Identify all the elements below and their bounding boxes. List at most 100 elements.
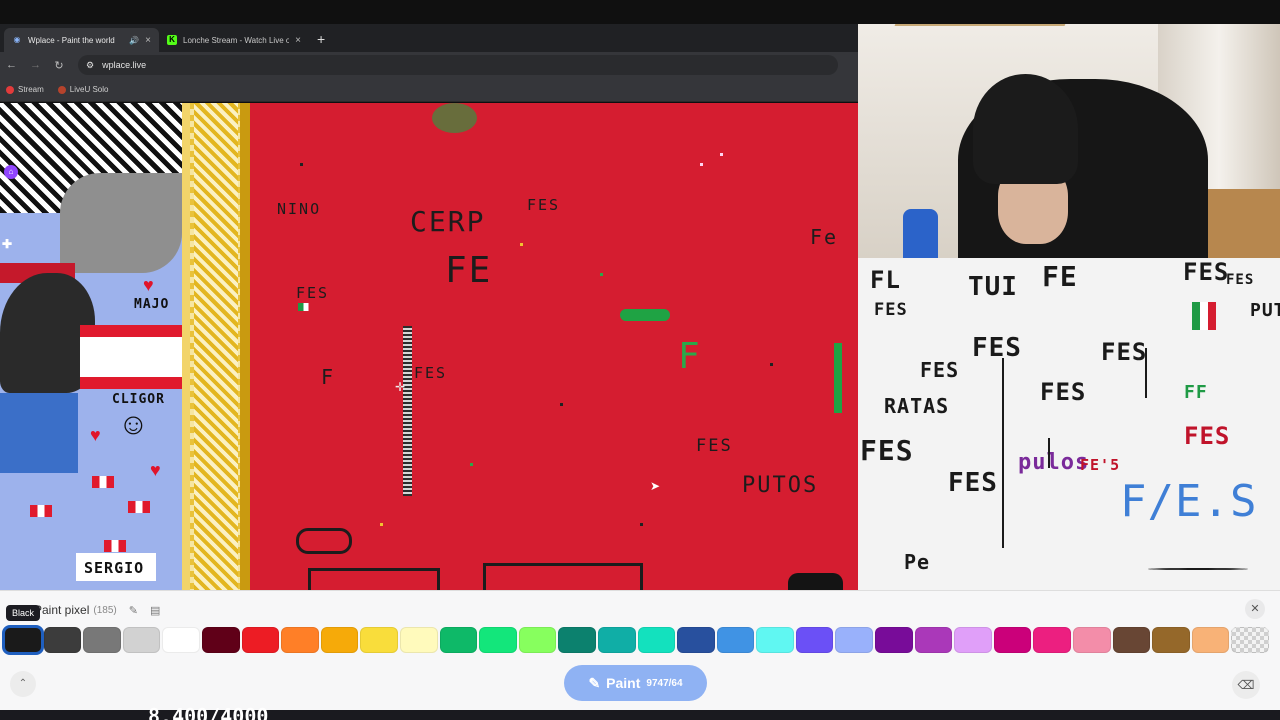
- color-swatch[interactable]: [835, 627, 874, 653]
- green-pixel-cluster: [834, 343, 842, 413]
- heart-icon: ♥: [90, 425, 101, 445]
- canvas-text: FES: [1226, 272, 1255, 288]
- canvas-text: FES: [1040, 378, 1087, 406]
- color-swatch[interactable]: [201, 627, 240, 653]
- close-tab-icon[interactable]: ×: [145, 35, 151, 46]
- bookmarks-bar: Stream LiveU Solo: [0, 78, 858, 102]
- color-swatch[interactable]: [597, 627, 636, 653]
- brush-icon: ✎: [588, 674, 601, 691]
- color-swatch[interactable]: [1191, 627, 1230, 653]
- color-swatch[interactable]: [83, 627, 121, 653]
- back-icon[interactable]: ←: [6, 59, 17, 71]
- color-swatch[interactable]: [122, 627, 161, 653]
- color-swatch[interactable]: [518, 627, 557, 653]
- bookmark-liveu[interactable]: LiveU Solo: [57, 85, 109, 94]
- green-pixel-cluster: [620, 309, 670, 321]
- canvas-text: FES: [972, 333, 1022, 363]
- color-swatch[interactable]: [558, 627, 596, 653]
- tab-kick[interactable]: K Lonche Stream - Watch Live on ×: [159, 28, 309, 52]
- line-art: [1002, 358, 1004, 548]
- color-swatch[interactable]: [1231, 627, 1269, 653]
- artwork-left: ♥ MAJO CLIGOR ☺ ♥ ♥ SERGIO: [0, 103, 182, 590]
- pixel-speck: [770, 363, 773, 366]
- color-swatch[interactable]: [1073, 627, 1111, 653]
- reload-icon[interactable]: ↻: [54, 59, 64, 72]
- eraser-icon[interactable]: ⌫: [1232, 671, 1260, 699]
- color-swatch[interactable]: [320, 627, 359, 653]
- stream-overlay-counter: 8,400/4000: [148, 706, 269, 720]
- flag-icon: [1192, 302, 1216, 330]
- color-palette: [2, 625, 1269, 655]
- color-swatch[interactable]: [1112, 627, 1151, 653]
- gold-edge: [182, 103, 190, 590]
- color-swatch[interactable]: [954, 627, 992, 653]
- paint-button[interactable]: ✎ Paint 9747/64: [564, 665, 707, 701]
- color-swatch[interactable]: [1152, 627, 1190, 653]
- color-swatch[interactable]: [162, 627, 200, 653]
- canvas-text: FES: [1183, 258, 1230, 286]
- color-swatch[interactable]: [439, 627, 478, 653]
- color-swatch[interactable]: [914, 627, 953, 653]
- color-swatch[interactable]: [399, 627, 438, 653]
- flag-icon: [92, 476, 114, 488]
- pixel-speck: [560, 403, 563, 406]
- canvas-text: Fe: [810, 225, 839, 249]
- line-art: [1048, 438, 1050, 468]
- canvas-text: TUI: [968, 272, 1018, 302]
- color-swatch[interactable]: [43, 627, 82, 653]
- color-swatch[interactable]: [637, 627, 676, 653]
- tab-wplace[interactable]: ◉ Wplace - Paint the world 🔊 ×: [4, 28, 159, 52]
- gold-pattern: [194, 103, 238, 590]
- line-art: [1148, 568, 1248, 570]
- canvas-text: CERP: [410, 205, 486, 238]
- close-panel-button[interactable]: ✕: [1245, 599, 1265, 619]
- canvas-text: SERGIO: [84, 559, 145, 577]
- bookmark-stream[interactable]: Stream: [6, 85, 44, 94]
- blue-art: [0, 393, 78, 473]
- paint-charges: 9747/64: [646, 677, 683, 689]
- color-tooltip: Black: [6, 605, 41, 621]
- pixel-speck: [640, 523, 643, 526]
- pixel-canvas[interactable]: ♥ MAJO CLIGOR ☺ ♥ ♥ SERGIO NINO CERP FES…: [0, 103, 858, 590]
- forward-icon[interactable]: →: [30, 59, 41, 71]
- zoom-in-icon[interactable]: ✚: [2, 237, 12, 251]
- color-swatch[interactable]: [1033, 627, 1072, 653]
- canvas-text: F: [678, 336, 702, 377]
- color-swatch[interactable]: [281, 627, 319, 653]
- close-tab-icon[interactable]: ×: [295, 35, 301, 46]
- color-swatch[interactable]: [360, 627, 398, 653]
- canvas-text: FL: [870, 266, 901, 294]
- new-tab-button[interactable]: +: [309, 28, 333, 52]
- tab-title: Wplace - Paint the world: [28, 35, 115, 45]
- canvas-text: pulos: [1018, 450, 1090, 475]
- speaker-icon[interactable]: 🔊: [129, 36, 139, 45]
- canvas-text: FES: [1184, 422, 1231, 450]
- color-swatch[interactable]: [241, 627, 280, 653]
- pixel-speck: [300, 163, 303, 166]
- twitch-icon[interactable]: ⌂: [4, 165, 18, 179]
- outline-art: [296, 528, 352, 554]
- expand-toggle-icon[interactable]: ⌃: [10, 671, 36, 697]
- flag-icon: [298, 303, 314, 311]
- save-icon[interactable]: ▤: [150, 604, 160, 617]
- site-info-icon[interactable]: ⚙: [86, 60, 94, 71]
- color-swatch[interactable]: [875, 627, 913, 653]
- color-swatch[interactable]: [716, 627, 755, 653]
- canvas-text: FES: [874, 300, 908, 320]
- color-swatch[interactable]: [479, 627, 517, 653]
- url-field[interactable]: ⚙ wplace.live: [78, 55, 838, 75]
- bookmark-label: LiveU Solo: [69, 85, 109, 94]
- canvas-text: F/E.S: [1120, 476, 1258, 527]
- outline-art: [308, 568, 440, 590]
- pencil-icon[interactable]: ✎: [129, 604, 138, 617]
- color-swatch[interactable]: [795, 627, 834, 653]
- flag-band: [80, 325, 182, 337]
- color-swatch[interactable]: [2, 625, 44, 655]
- color-swatch[interactable]: [993, 627, 1032, 653]
- crosshair-cursor-icon: ✛: [395, 380, 406, 394]
- canvas-text: FE'5: [1080, 456, 1121, 474]
- color-swatch[interactable]: [756, 627, 794, 653]
- canvas-text: FES: [920, 358, 960, 382]
- flag-icon: [128, 501, 150, 513]
- color-swatch[interactable]: [677, 627, 715, 653]
